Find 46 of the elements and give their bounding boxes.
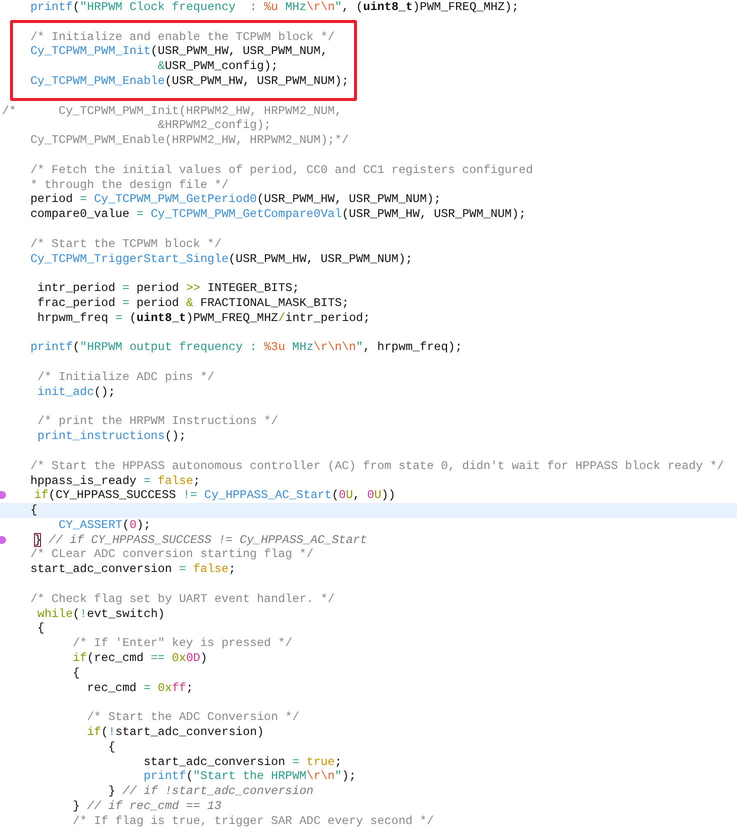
code-line: while(!evt_switch) xyxy=(36,606,166,622)
code-line: { xyxy=(36,621,46,636)
code-line: { xyxy=(72,666,81,681)
code-line: compare0_value = Cy_TCPWM_PWM_GetCompare0Val(USR_PWM_HW, USR_PWM_NUM); xyxy=(29,207,527,222)
code-line: /* Start the HPPASS autonomous controller (AC) from state 0, didn't wait for HPPASS block ready */ xyxy=(29,458,726,474)
code-line: Cy_TCPWM_PWM_Init(USR_PWM_HW, USR_PWM_NUM, xyxy=(29,44,329,60)
code-line: Cy_TCPWM_PWM_Enable(HRPWM2_HW, HRPWM2_NUM);*/ xyxy=(29,133,350,148)
code-line: /* Fetch the initial values of period, CC0 and CC1 registers configured xyxy=(29,162,534,178)
code-line: /* If flag is true, trigger SAR ADC every second */ xyxy=(72,814,435,829)
code-line: print_instructions(); xyxy=(36,429,188,444)
code-line: hppass_is_ready = false; xyxy=(29,474,202,488)
code-line: Cy_TCPWM_TriggerStart_Single(USR_PWM_HW, USR_PWM_NUM); xyxy=(29,252,414,266)
code-line: if(rec_cmd == 0x0D) xyxy=(72,651,208,666)
code-line: hrpwm_freq = (uint8_t)PWM_FREQ_MHZ/intr_period; xyxy=(36,310,372,326)
code-line: period = Cy_TCPWM_PWM_GetPeriod0(USR_PWM_HW, USR_PWM_NUM); xyxy=(29,192,442,208)
code-line: /* print the HRPWM Instructions */ xyxy=(36,414,280,430)
code-line: if(CY_HPPASS_SUCCESS != Cy_HPPASS_AC_Start(0U, 0U)) xyxy=(33,488,396,504)
code-line: /* Start the ADC Conversion */ xyxy=(86,710,300,726)
code-line: /* Initialize and enable the TCPWM block */ xyxy=(29,30,336,44)
code-line: printf("HRPWM Clock frequency : %u MHz\r\n", (uint8_t)PWM_FREQ_MHZ); xyxy=(29,0,520,15)
code-line: &USR_PWM_config); xyxy=(156,59,280,74)
code-line: intr_period = period >> INTEGER_BITS; xyxy=(36,281,300,296)
code-line: &HRPWM2_config); xyxy=(156,118,272,134)
code-line: /* CLear ADC conversion starting flag */ xyxy=(29,547,314,562)
code-line: printf("Start the HRPWM\r\n"); xyxy=(142,769,358,784)
code-line: /* Check flag set by UART event handler. */ xyxy=(29,592,336,607)
code-line: rec_cmd = 0xff; xyxy=(86,680,194,696)
code-line: Cy_TCPWM_PWM_Enable(USR_PWM_HW, USR_PWM_NUM); xyxy=(29,74,350,89)
code-line: } // if CY_HPPASS_SUCCESS != Cy_HPPASS_AC_Start xyxy=(33,532,368,548)
breakpoint-marker-icon[interactable] xyxy=(0,536,6,544)
code-line: start_adc_conversion = false; xyxy=(29,562,237,578)
code-line: start_adc_conversion = true; xyxy=(142,754,343,770)
code-line: { xyxy=(107,740,116,755)
code-line: * through the design file */ xyxy=(29,178,230,192)
code-line: init_adc(); xyxy=(36,384,116,400)
code-line: printf("HRPWM output frequency : %3u MHz\r\n\n", hrpwm_freq); xyxy=(29,340,464,356)
code-line: if(!start_adc_conversion) xyxy=(86,725,265,740)
code-line: } // if rec_cmd == 13 xyxy=(72,799,222,814)
code-line: /* Initialize ADC pins */ xyxy=(36,370,216,385)
code-line: /* If 'Enter" key is pressed */ xyxy=(72,636,294,652)
code-line: /* Cy_TCPWM_PWM_Init(HRPWM2_HW, HRPWM2_NUM, xyxy=(1,104,343,118)
code-line: /* Start the TCPWM block */ xyxy=(29,236,222,252)
breakpoint-marker-icon[interactable] xyxy=(0,491,6,500)
code-line: } // if !start_adc_conversion xyxy=(107,784,315,800)
code-line: CY_ASSERT(0); xyxy=(58,518,152,533)
code-line: frac_period = period & FRACTIONAL_MASK_BITS; xyxy=(36,296,350,311)
